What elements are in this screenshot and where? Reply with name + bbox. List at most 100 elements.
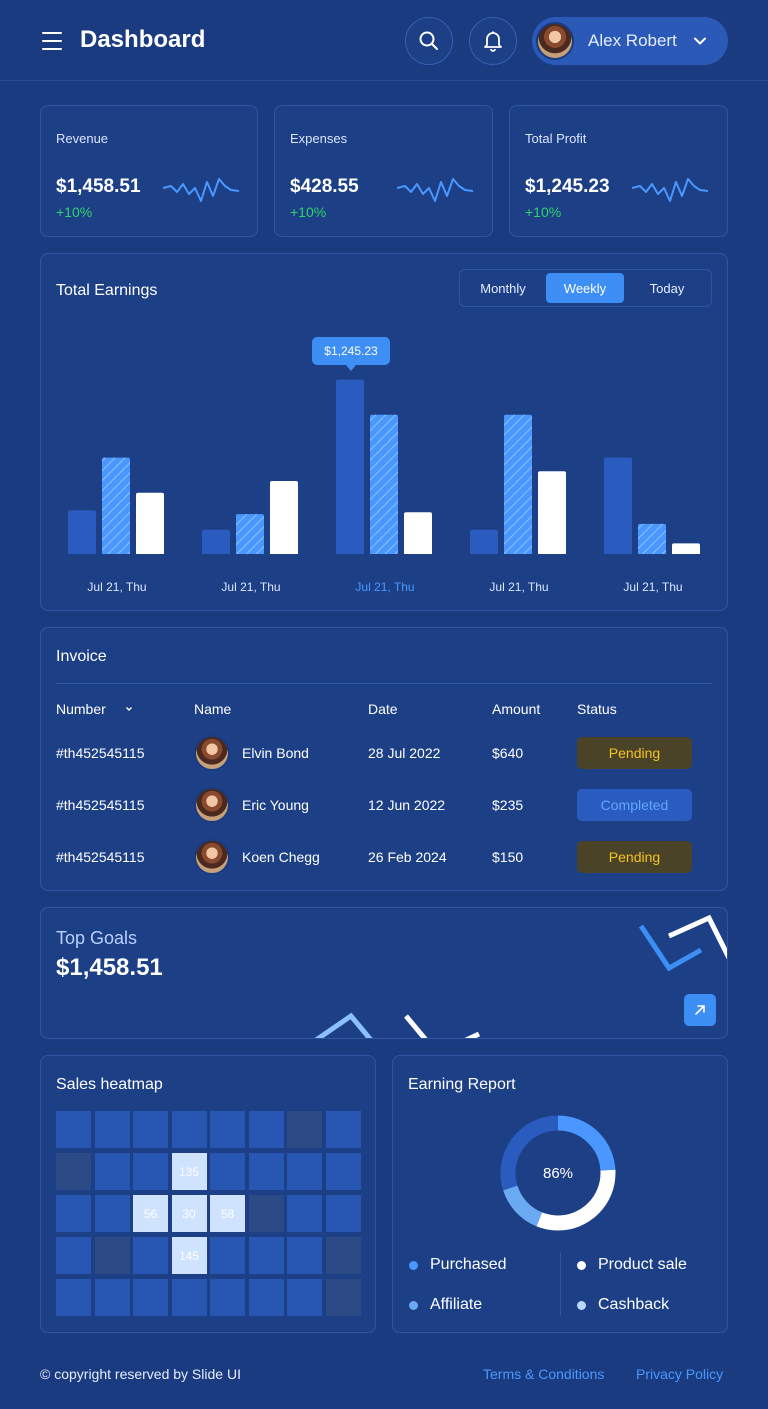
bar[interactable] bbox=[538, 471, 566, 554]
x-tick-label: Jul 21, Thu bbox=[489, 580, 549, 594]
legend-item: Product sale bbox=[577, 1256, 687, 1274]
bar[interactable] bbox=[604, 457, 632, 554]
x-tick-label: Jul 21, Thu bbox=[87, 580, 147, 594]
heatmap-cell[interactable] bbox=[210, 1279, 245, 1316]
heatmap-cell[interactable] bbox=[133, 1153, 168, 1190]
heatmap-cell[interactable] bbox=[287, 1237, 322, 1274]
heatmap-cell[interactable] bbox=[56, 1111, 91, 1148]
heatmap-cell[interactable] bbox=[133, 1237, 168, 1274]
heatmap-cell[interactable] bbox=[248, 1279, 284, 1316]
heatmap-cell[interactable] bbox=[94, 1237, 130, 1274]
heatmap-cell[interactable] bbox=[56, 1279, 91, 1316]
heatmap-cell[interactable] bbox=[325, 1111, 361, 1148]
section-title: Earning Report bbox=[408, 1076, 516, 1093]
bar[interactable] bbox=[404, 512, 432, 554]
stat-change: +10% bbox=[290, 204, 327, 220]
bar[interactable] bbox=[202, 529, 230, 554]
heatmap-cell[interactable] bbox=[287, 1195, 322, 1232]
decorative-zigzag bbox=[314, 914, 727, 1038]
divider bbox=[560, 1253, 561, 1315]
stat-label: Expenses bbox=[290, 131, 348, 146]
invoice-name: Koen Chegg bbox=[242, 849, 320, 865]
legend-dot bbox=[577, 1260, 586, 1270]
bar[interactable] bbox=[68, 510, 96, 554]
column-header-number[interactable]: Number bbox=[56, 701, 134, 717]
invoice-name: Elvin Bond bbox=[242, 745, 309, 761]
x-tick-label: Jul 21, Thu bbox=[221, 580, 281, 594]
heatmap-cell[interactable] bbox=[133, 1111, 168, 1148]
bar[interactable] bbox=[270, 481, 298, 554]
notifications-button[interactable] bbox=[469, 17, 517, 65]
hamburger-menu-icon[interactable] bbox=[42, 32, 62, 50]
stat-change: +10% bbox=[525, 204, 562, 220]
heatmap-cell[interactable]: 135 bbox=[171, 1153, 207, 1190]
chevron-down-icon bbox=[694, 37, 706, 45]
heatmap-cell[interactable] bbox=[171, 1111, 207, 1148]
stat-value: $1,245.23 bbox=[525, 176, 610, 197]
bar[interactable] bbox=[370, 414, 398, 554]
heatmap-cell[interactable] bbox=[325, 1195, 361, 1232]
sparkline bbox=[397, 178, 473, 202]
section-title: Sales heatmap bbox=[56, 1076, 163, 1093]
bar[interactable] bbox=[672, 543, 700, 554]
open-goals-button[interactable] bbox=[684, 994, 716, 1026]
heatmap-cell[interactable] bbox=[56, 1153, 91, 1190]
stat-label: Revenue bbox=[56, 131, 109, 146]
heatmap-cell[interactable] bbox=[56, 1195, 91, 1232]
invoice-number: #th452545115 bbox=[56, 745, 145, 761]
heatmap-cell[interactable] bbox=[248, 1153, 284, 1190]
legend-dot bbox=[409, 1260, 418, 1270]
heatmap-cell[interactable] bbox=[133, 1279, 168, 1316]
bar[interactable] bbox=[236, 514, 264, 554]
search-button[interactable] bbox=[405, 17, 453, 65]
heatmap-cell[interactable] bbox=[94, 1153, 130, 1190]
user-menu[interactable]: Alex Robert bbox=[532, 17, 728, 65]
heatmap-cell[interactable] bbox=[325, 1153, 361, 1190]
sparkline bbox=[163, 178, 239, 202]
heatmap-cell[interactable] bbox=[325, 1237, 361, 1274]
heatmap-cell[interactable] bbox=[94, 1111, 130, 1148]
bar[interactable] bbox=[136, 492, 164, 554]
heatmap-cell[interactable] bbox=[287, 1153, 322, 1190]
bar[interactable] bbox=[470, 529, 498, 554]
bar[interactable] bbox=[102, 457, 130, 554]
heatmap-cell[interactable]: 145 bbox=[171, 1237, 207, 1274]
heatmap-cell[interactable] bbox=[94, 1195, 130, 1232]
invoice-date: 12 Jun 2022 bbox=[368, 797, 446, 813]
heatmap-cell[interactable] bbox=[248, 1111, 284, 1148]
heatmap-cell[interactable] bbox=[56, 1237, 91, 1274]
heatmap-cell[interactable] bbox=[210, 1237, 245, 1274]
column-header-amount: Amount bbox=[492, 701, 541, 717]
legend-item: Affiliate bbox=[409, 1296, 482, 1314]
divider bbox=[56, 683, 712, 684]
legend-label: Cashback bbox=[598, 1296, 670, 1313]
donut-percent: 86% bbox=[543, 1165, 573, 1182]
heatmap-cell[interactable]: 30 bbox=[171, 1195, 207, 1232]
legend-label: Product sale bbox=[598, 1256, 687, 1273]
bar[interactable] bbox=[638, 523, 666, 554]
invoice-date: 26 Feb 2024 bbox=[368, 849, 447, 865]
heatmap-cell[interactable] bbox=[287, 1111, 322, 1148]
heatmap-cell[interactable]: 58 bbox=[210, 1195, 245, 1232]
bar[interactable] bbox=[504, 414, 532, 554]
privacy-link[interactable]: Privacy Policy bbox=[636, 1366, 723, 1382]
heatmap-cell[interactable] bbox=[210, 1111, 245, 1148]
sales-heatmap-card: Sales heatmap 135 56 30 58 145 bbox=[40, 1055, 376, 1333]
total-profit-card: Total Profit $1,245.23 +10% bbox=[509, 105, 728, 237]
heatmap-cell[interactable] bbox=[248, 1195, 284, 1232]
heatmap-cell[interactable] bbox=[325, 1279, 361, 1316]
bar[interactable] bbox=[336, 379, 364, 554]
heatmap-cell[interactable] bbox=[171, 1279, 207, 1316]
invoice-amount: $640 bbox=[492, 745, 524, 761]
expenses-card: Expenses $428.55 +10% bbox=[274, 105, 493, 237]
heatmap-cell[interactable] bbox=[210, 1153, 245, 1190]
earnings-bar-chart bbox=[68, 379, 700, 554]
heatmap-cell[interactable] bbox=[287, 1279, 322, 1316]
earning-donut-chart: 86% bbox=[500, 1115, 616, 1231]
heatmap-cell[interactable] bbox=[248, 1237, 284, 1274]
legend-label: Affiliate bbox=[430, 1296, 483, 1313]
invoice-name: Eric Young bbox=[242, 797, 309, 813]
heatmap-cell[interactable] bbox=[94, 1279, 130, 1316]
heatmap-cell[interactable]: 56 bbox=[133, 1195, 168, 1232]
terms-link[interactable]: Terms & Conditions bbox=[483, 1366, 604, 1382]
